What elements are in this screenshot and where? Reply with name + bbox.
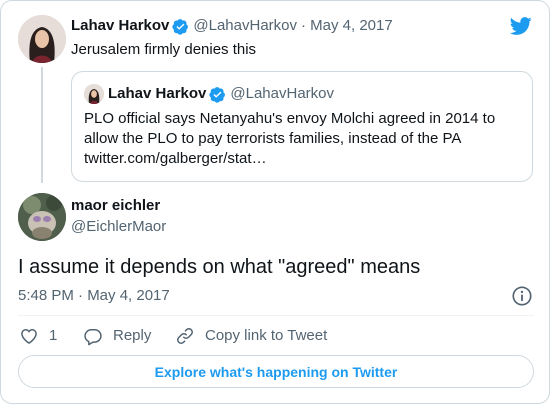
copy-link-label: Copy link to Tweet bbox=[205, 327, 328, 344]
tweet-text: I assume it depends on what "agreed" mea… bbox=[18, 256, 421, 278]
like-count: 1 bbox=[49, 327, 58, 344]
link-icon bbox=[177, 328, 193, 344]
quoted-tweet[interactable]: Lahav Harkov @LahavHarkov PLO official s… bbox=[71, 71, 533, 182]
tweet-timestamp[interactable]: 5:48 PM · May 4, 2017 bbox=[18, 287, 170, 305]
author-name[interactable]: Lahav Harkov bbox=[71, 17, 169, 35]
like-button[interactable]: 1 bbox=[19, 326, 57, 346]
tweet-date[interactable]: · May 4, 2017 bbox=[301, 17, 393, 35]
verified-badge-icon bbox=[209, 86, 226, 103]
quoted-line: allow the PLO to pay terrorists families… bbox=[84, 130, 462, 147]
parent-tweet-header: Lahav Harkov @LahavHarkov · May 4, 2017 bbox=[71, 17, 393, 35]
parent-tweet-text: Jerusalem firmly denies this bbox=[71, 41, 257, 58]
reply-button[interactable]: Reply bbox=[83, 326, 151, 346]
quoted-author-name: Lahav Harkov bbox=[108, 85, 207, 102]
explore-twitter-button[interactable]: Explore what's happening on Twitter bbox=[18, 355, 534, 388]
quoted-tweet-text: PLO official says Netanyahu's envoy Molc… bbox=[84, 109, 524, 169]
author-handle[interactable]: @LahavHarkov bbox=[193, 17, 297, 35]
quoted-link: twitter.com/galberger/stat… bbox=[84, 150, 267, 167]
quoted-tweet-header: Lahav Harkov @LahavHarkov bbox=[108, 85, 334, 103]
copy-link-button[interactable]: Copy link to Tweet bbox=[175, 326, 327, 346]
reply-bubble-icon bbox=[84, 329, 102, 346]
quoted-line: PLO official says Netanyahu's envoy Molc… bbox=[84, 110, 496, 127]
reply-label: Reply bbox=[113, 327, 152, 344]
quoted-author-handle: @LahavHarkov bbox=[230, 85, 334, 102]
twitter-bird-icon[interactable] bbox=[509, 15, 533, 37]
author-name[interactable]: maor eichler bbox=[71, 197, 160, 215]
heart-icon bbox=[21, 329, 37, 344]
divider bbox=[18, 315, 534, 316]
verified-badge-icon bbox=[172, 18, 189, 35]
author-handle[interactable]: @EichlerMaor bbox=[71, 218, 166, 236]
info-icon[interactable] bbox=[511, 285, 533, 307]
avatar-lahav-harkov-small bbox=[84, 84, 104, 104]
embedded-tweet-card: Lahav Harkov @LahavHarkov · May 4, 2017 … bbox=[0, 0, 550, 404]
avatar-maor-eichler[interactable] bbox=[18, 193, 66, 241]
thread-connector-line bbox=[41, 67, 43, 183]
avatar-lahav-harkov[interactable] bbox=[18, 15, 66, 63]
